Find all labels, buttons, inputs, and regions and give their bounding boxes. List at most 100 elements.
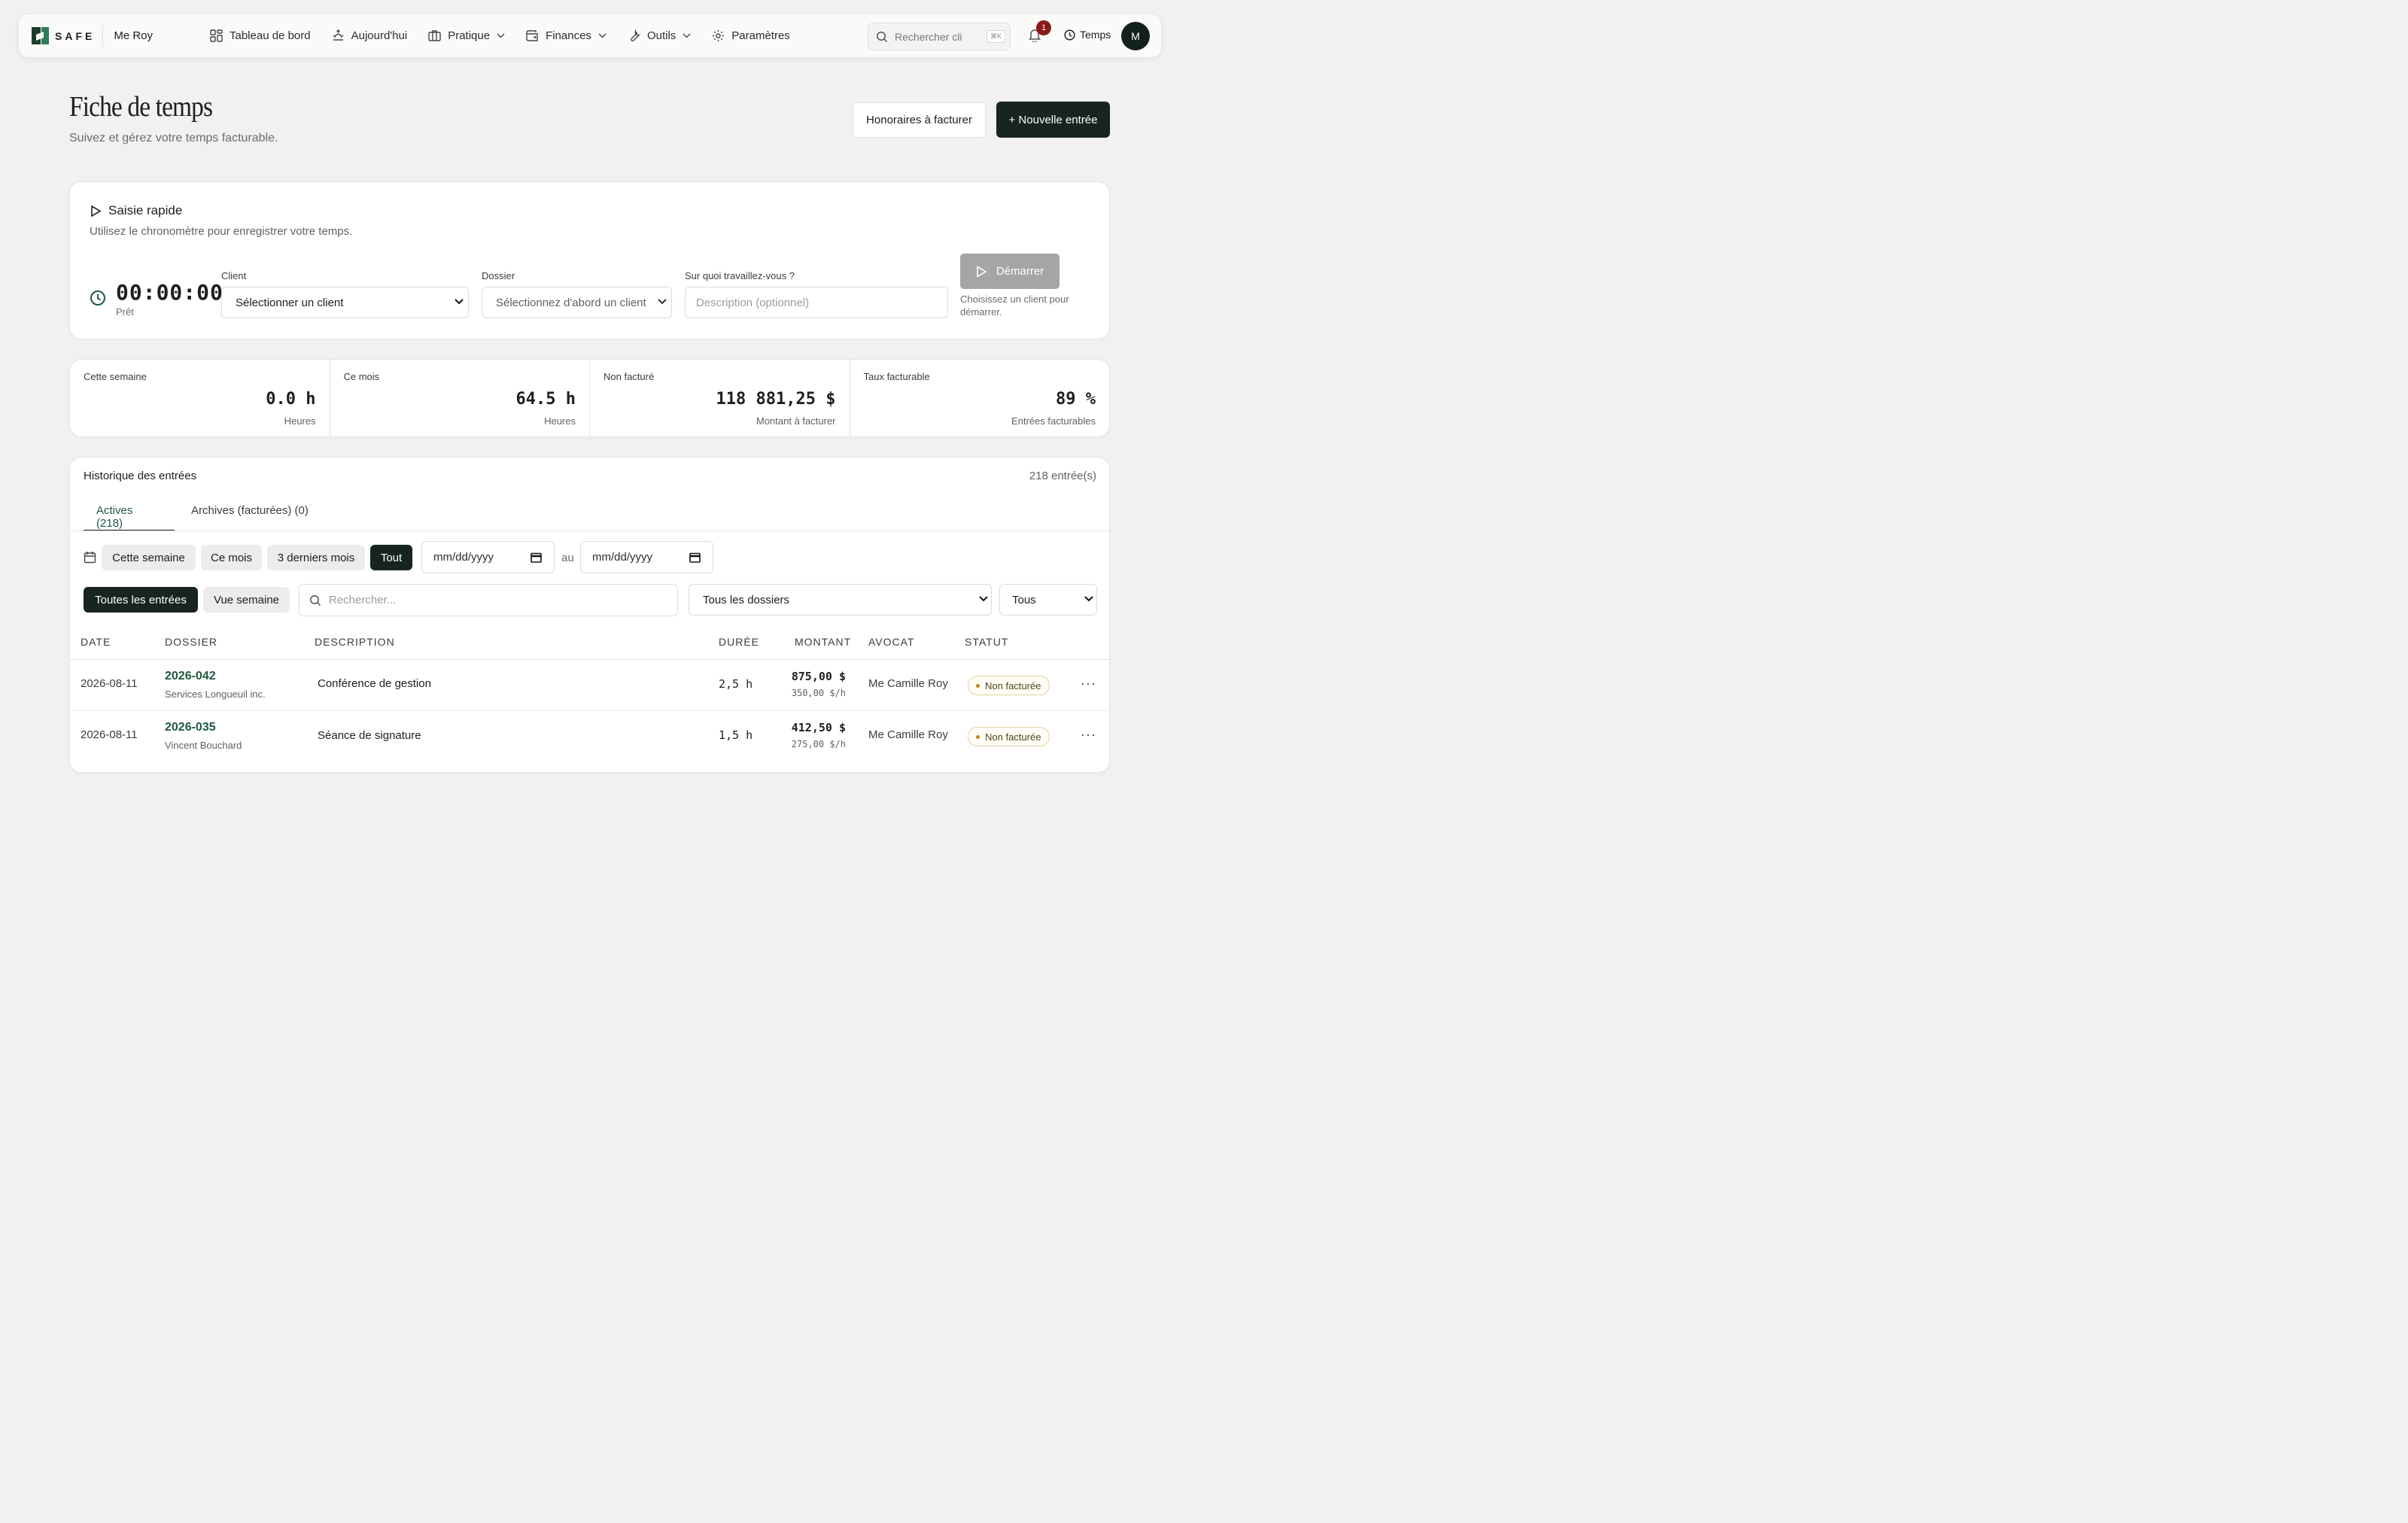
- column-header-description[interactable]: DESCRIPTION: [315, 636, 395, 648]
- row-dossier-link[interactable]: 2026-042: [165, 670, 216, 683]
- play-icon: [91, 205, 102, 217]
- chip-all[interactable]: Tout: [370, 545, 412, 570]
- stat-billable-rate: Taux facturable 89 % Entrées facturables: [850, 360, 1110, 436]
- start-timer-button[interactable]: Démarrer: [960, 254, 1060, 289]
- stat-value: 118 881,25 $: [716, 390, 836, 409]
- chevron-down-icon: [455, 299, 464, 305]
- chip-last-3-months[interactable]: 3 derniers mois: [267, 545, 365, 570]
- client-select-value: Sélectionner un client: [236, 296, 344, 309]
- search-shortcut: ⌘K: [987, 30, 1006, 43]
- history-search-input[interactable]: Rechercher...: [299, 584, 678, 616]
- chip-this-week[interactable]: Cette semaine: [102, 545, 196, 570]
- more-options-icon[interactable]: ···: [1081, 676, 1096, 692]
- tab-archives[interactable]: Archives (facturées) (0): [175, 495, 321, 531]
- description-input[interactable]: Description (optionnel): [685, 287, 948, 318]
- nav-menu: Tableau de bord Aujourd'hui Pratique Fin…: [210, 14, 811, 57]
- date-range-separator: au: [561, 552, 574, 564]
- start-hint: Choisissez un client pour démarrer.: [960, 293, 1069, 318]
- client-label: Client: [221, 270, 247, 281]
- row-avocat: Me Camille Roy: [868, 677, 948, 690]
- nav-item-label: Finances: [546, 29, 591, 42]
- grid-icon: [210, 29, 223, 42]
- row-date: 2026-08-11: [81, 677, 138, 690]
- temps-button[interactable]: Temps: [1064, 29, 1111, 41]
- history-card: Historique des entrées 218 entrée(s) Act…: [69, 457, 1110, 773]
- dossier-select[interactable]: Sélectionnez d'abord un client: [482, 287, 672, 318]
- search-icon: [877, 31, 888, 42]
- nav-item-finances[interactable]: Finances: [526, 29, 607, 42]
- status-dot: [976, 683, 980, 688]
- nav-item-label: Tableau de bord: [230, 29, 311, 42]
- date-from-value: mm/dd/yyyy: [433, 551, 494, 564]
- status-filter-select[interactable]: Tous: [999, 584, 1097, 616]
- logo-mark-icon: [32, 27, 49, 44]
- nav-item-pratique[interactable]: Pratique: [428, 29, 505, 42]
- column-header-duree[interactable]: DURÉE: [719, 636, 759, 648]
- row-rate: 350,00 $/h: [791, 688, 846, 698]
- tab-actives[interactable]: Actives (218): [84, 495, 175, 531]
- history-search-placeholder: Rechercher...: [329, 594, 397, 606]
- dossier-select-value: Sélectionnez d'abord un client: [496, 296, 646, 309]
- divider: [102, 24, 104, 47]
- client-select[interactable]: Sélectionner un client: [221, 287, 469, 318]
- row-dossier-link[interactable]: 2026-035: [165, 721, 216, 734]
- nav-item-settings[interactable]: Paramètres: [712, 29, 790, 42]
- calendar-icon: [531, 552, 542, 563]
- status-badge: Non facturée: [968, 727, 1050, 746]
- chevron-down-icon: [658, 299, 667, 305]
- quick-entry-subtitle: Utilisez le chronomètre pour enregistrer…: [90, 225, 353, 238]
- stat-label: Ce mois: [343, 371, 380, 382]
- column-header-montant[interactable]: MONTANT: [795, 636, 851, 648]
- honoraires-button[interactable]: Honoraires à facturer: [853, 102, 986, 138]
- quick-entry-title-text: Saisie rapide: [108, 203, 183, 217]
- chevron-down-icon: [683, 33, 691, 38]
- chip-this-month[interactable]: Ce mois: [201, 545, 262, 570]
- timer-display: 00:00:00: [116, 280, 223, 305]
- column-header-date[interactable]: DATE: [81, 636, 111, 648]
- wallet-icon: [526, 30, 538, 41]
- row-duree: 1,5 h: [719, 728, 753, 742]
- page-subtitle: Suivez et gérez votre temps facturable.: [69, 132, 278, 144]
- history-tabs: Actives (218) Archives (facturées) (0): [84, 495, 321, 531]
- date-to-value: mm/dd/yyyy: [592, 551, 653, 564]
- logo[interactable]: SAFE: [32, 27, 95, 44]
- nav-item-dashboard[interactable]: Tableau de bord: [210, 29, 311, 42]
- column-header-dossier[interactable]: DOSSIER: [165, 636, 217, 648]
- chip-week-view[interactable]: Vue semaine: [203, 587, 290, 613]
- description-label: Sur quoi travaillez-vous ?: [685, 270, 795, 281]
- row-montant: 875,00 $: [791, 670, 846, 683]
- date-to-input[interactable]: mm/dd/yyyy: [580, 541, 713, 573]
- sunrise-icon: [333, 29, 343, 41]
- nav-item-today[interactable]: Aujourd'hui: [332, 29, 407, 42]
- row-description: Séance de signature: [318, 729, 421, 742]
- notification-badge: 1: [1036, 20, 1051, 35]
- nav-item-label: Outils: [646, 29, 676, 42]
- avatar[interactable]: M: [1121, 22, 1150, 50]
- row-client: Vincent Bouchard: [165, 740, 242, 751]
- history-count: 218 entrée(s): [1029, 470, 1096, 482]
- dossier-filter-value: Tous les dossiers: [703, 593, 790, 606]
- status-text: Non facturée: [985, 679, 1041, 692]
- stat-week: Cette semaine 0.0 h Heures: [70, 360, 330, 436]
- quick-entry-title: Saisie rapide: [90, 203, 182, 218]
- column-header-statut[interactable]: STATUT: [965, 636, 1008, 648]
- status-filter-value: Tous: [1012, 593, 1036, 606]
- dossier-filter-select[interactable]: Tous les dossiers: [689, 584, 992, 616]
- status-text: Non facturée: [985, 731, 1041, 743]
- date-from-input[interactable]: mm/dd/yyyy: [421, 541, 555, 573]
- dossier-label: Dossier: [482, 270, 515, 281]
- global-search-input[interactable]: Rechercher cli ⌘K: [868, 23, 1011, 50]
- quick-entry-card: Saisie rapide Utilisez le chronomètre po…: [69, 181, 1110, 339]
- column-header-avocat[interactable]: AVOCAT: [868, 636, 915, 648]
- more-options-icon[interactable]: ···: [1081, 727, 1096, 743]
- new-entry-button[interactable]: + Nouvelle entrée: [996, 102, 1110, 138]
- stat-value: 64.5 h: [515, 390, 576, 409]
- stat-sub: Heures: [284, 415, 316, 427]
- start-label: Démarrer: [996, 265, 1044, 278]
- chevron-down-icon: [598, 33, 607, 38]
- row-duree: 2,5 h: [719, 677, 753, 691]
- chevron-down-icon: [497, 33, 505, 38]
- row-client: Services Longueuil inc.: [165, 689, 266, 700]
- nav-item-outils[interactable]: Outils: [628, 29, 691, 42]
- chip-all-entries[interactable]: Toutes les entrées: [84, 587, 198, 613]
